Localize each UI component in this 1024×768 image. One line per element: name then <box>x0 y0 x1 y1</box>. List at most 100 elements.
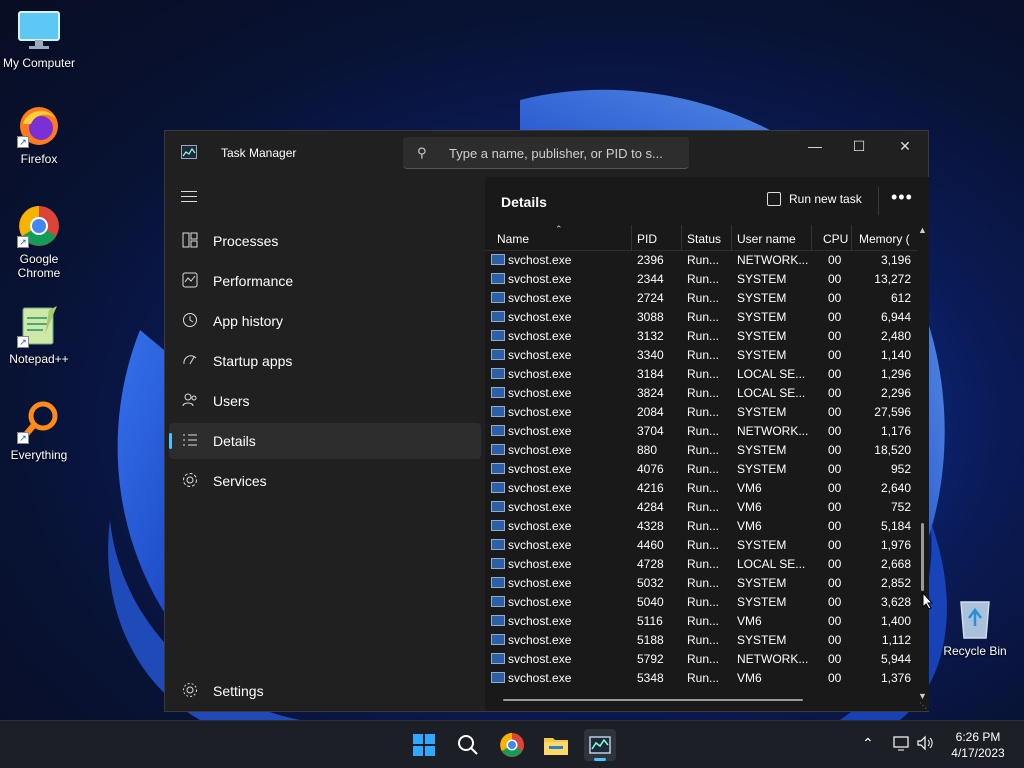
column-header-name[interactable]: Name <box>497 232 617 246</box>
scroll-up-icon[interactable]: ▲ <box>918 225 927 235</box>
users-icon <box>181 392 199 410</box>
scrollbar-thumb[interactable] <box>921 523 924 591</box>
process-memory-text: 2,668 <box>880 557 911 571</box>
sidebar-item-services[interactable]: Services <box>169 463 481 499</box>
table-row[interactable]: svchost.exe 3132 Run... SYSTEM 00 2,480 <box>485 327 917 346</box>
process-icon <box>491 463 505 474</box>
sidebar-item-users[interactable]: Users <box>169 383 481 419</box>
table-row[interactable]: svchost.exe 5792 Run... NETWORK... 00 5,944 <box>485 650 917 669</box>
process-memory-text: 2,852 <box>880 576 911 590</box>
process-status-text: Run... <box>687 481 720 495</box>
process-user: VM6 <box>737 481 809 495</box>
table-row[interactable]: svchost.exe 880 Run... SYSTEM 00 18,520 <box>485 441 917 460</box>
process-memory-text: 1,400 <box>880 614 911 628</box>
start-button[interactable] <box>408 729 440 761</box>
table-row[interactable]: svchost.exe 4460 Run... SYSTEM 00 1,976 <box>485 536 917 555</box>
more-options-button[interactable]: ••• <box>891 187 913 208</box>
process-cpu: 00 <box>828 538 852 552</box>
process-memory-text: 1,376 <box>880 671 911 685</box>
process-icon <box>491 387 505 398</box>
table-row[interactable]: svchost.exe 3088 Run... SYSTEM 00 6,944 <box>485 308 917 327</box>
volume-icon[interactable] <box>916 734 934 755</box>
taskbar-chrome[interactable] <box>496 729 528 761</box>
process-cpu: 00 <box>828 595 852 609</box>
close-button[interactable]: ✕ <box>882 131 928 163</box>
process-status-text: Run... <box>687 595 720 609</box>
table-row[interactable]: svchost.exe 5348 Run... VM6 00 1,376 <box>485 669 917 688</box>
process-name-text: svchost.exe <box>508 253 572 267</box>
column-header-memory[interactable]: Memory ( <box>859 232 913 246</box>
resize-grip-icon[interactable]: ⋱ <box>919 701 927 710</box>
sidebar-item-settings[interactable]: Settings <box>169 673 481 709</box>
desktop-icon-notepadpp[interactable]: ↗ Notepad++ <box>0 304 78 366</box>
taskbar-task-manager[interactable] <box>584 729 616 761</box>
table-row[interactable]: svchost.exe 5040 Run... SYSTEM 00 3,628 <box>485 593 917 612</box>
table-row[interactable]: svchost.exe 2344 Run... SYSTEM 00 13,272 <box>485 270 917 289</box>
process-pid: 3088 <box>637 310 681 324</box>
title-bar[interactable]: Task Manager ⚲ — ☐ ✕ <box>165 131 928 177</box>
process-status: Run... <box>687 538 731 552</box>
process-cpu: 00 <box>828 405 852 419</box>
sidebar-item-processes[interactable]: Processes <box>169 223 481 259</box>
process-user: LOCAL SE... <box>737 386 809 400</box>
process-name-text: svchost.exe <box>508 652 572 666</box>
process-cpu-text: 00 <box>828 443 842 457</box>
sidebar-item-app-history[interactable]: App history <box>169 303 481 339</box>
search-input[interactable] <box>449 143 681 163</box>
process-memory: 1,112 <box>857 633 911 647</box>
network-icon[interactable] <box>892 734 910 755</box>
table-row[interactable]: svchost.exe 4728 Run... LOCAL SE... 00 2,668 <box>485 555 917 574</box>
process-name: svchost.exe <box>491 443 629 457</box>
process-cpu: 00 <box>828 519 852 533</box>
table-row[interactable]: svchost.exe 3704 Run... NETWORK... 00 1,176 <box>485 422 917 441</box>
column-header-status[interactable]: Status <box>687 232 731 246</box>
minimize-button[interactable]: — <box>792 131 838 163</box>
process-user-text: LOCAL SE... <box>737 557 806 571</box>
taskbar-file-explorer[interactable] <box>540 729 572 761</box>
horizontal-scrollbar[interactable] <box>503 699 803 703</box>
process-status: Run... <box>687 519 731 533</box>
desktop-icon-chrome[interactable]: ↗ Google Chrome <box>0 204 78 280</box>
table-row[interactable]: svchost.exe 2724 Run... SYSTEM 00 612 <box>485 289 917 308</box>
scrollbar-thumb[interactable] <box>503 699 803 701</box>
sidebar-item-details[interactable]: Details <box>169 423 481 459</box>
process-memory: 2,852 <box>857 576 911 590</box>
process-pid: 880 <box>637 443 681 457</box>
scroll-down-icon[interactable]: ▼ <box>918 691 927 701</box>
sidebar-item-startup-apps[interactable]: Startup apps <box>169 343 481 379</box>
system-clock[interactable]: 6:26 PM 4/17/2023 <box>940 729 1016 761</box>
process-status-text: Run... <box>687 443 720 457</box>
column-header-user-name[interactable]: User name <box>737 232 811 246</box>
table-row[interactable]: svchost.exe 5116 Run... VM6 00 1,400 <box>485 612 917 631</box>
table-row[interactable]: svchost.exe 4284 Run... VM6 00 752 <box>485 498 917 517</box>
table-row[interactable]: svchost.exe 5188 Run... SYSTEM 00 1,112 <box>485 631 917 650</box>
chrome-icon: ↗ <box>17 204 61 248</box>
table-row[interactable]: svchost.exe 4216 Run... VM6 00 2,640 <box>485 479 917 498</box>
column-header-pid[interactable]: PID <box>637 232 681 246</box>
maximize-button[interactable]: ☐ <box>836 131 882 163</box>
desktop-icon-label: Recycle Bin <box>943 644 1007 658</box>
sidebar-item-performance[interactable]: Performance <box>169 263 481 299</box>
desktop-icon-firefox[interactable]: ↗ Firefox <box>0 104 78 166</box>
table-row[interactable]: svchost.exe 4076 Run... SYSTEM 00 952 <box>485 460 917 479</box>
desktop-icon-recycle-bin[interactable]: Recycle Bin <box>936 596 1014 658</box>
column-header-cpu[interactable]: CPU <box>823 232 853 246</box>
table-row[interactable]: svchost.exe 4328 Run... VM6 00 5,184 <box>485 517 917 536</box>
show-hidden-icons-chevron-icon[interactable]: ⌃ <box>862 735 874 752</box>
search-box[interactable]: ⚲ <box>403 137 689 169</box>
vertical-scrollbar[interactable]: ▲ ▼ <box>917 225 929 701</box>
desktop-icon-my-computer[interactable]: My Computer <box>0 8 78 70</box>
run-new-task-button[interactable]: Run new task <box>767 192 862 206</box>
table-row[interactable]: svchost.exe 2396 Run... NETWORK... 00 3,196 <box>485 251 917 270</box>
table-row[interactable]: svchost.exe 3184 Run... LOCAL SE... 00 1,296 <box>485 365 917 384</box>
table-row[interactable]: svchost.exe 2084 Run... SYSTEM 00 27,596 <box>485 403 917 422</box>
desktop-icon-everything[interactable]: ↗ Everything <box>0 400 78 462</box>
taskbar-search-button[interactable] <box>452 729 484 761</box>
process-status-text: Run... <box>687 405 720 419</box>
table-row[interactable]: svchost.exe 3340 Run... SYSTEM 00 1,140 <box>485 346 917 365</box>
hamburger-menu-icon[interactable] <box>181 191 197 203</box>
table-row[interactable]: svchost.exe 5032 Run... SYSTEM 00 2,852 <box>485 574 917 593</box>
process-status-text: Run... <box>687 671 720 685</box>
table-row[interactable]: svchost.exe 3824 Run... LOCAL SE... 00 2,296 <box>485 384 917 403</box>
process-icon <box>491 558 505 569</box>
